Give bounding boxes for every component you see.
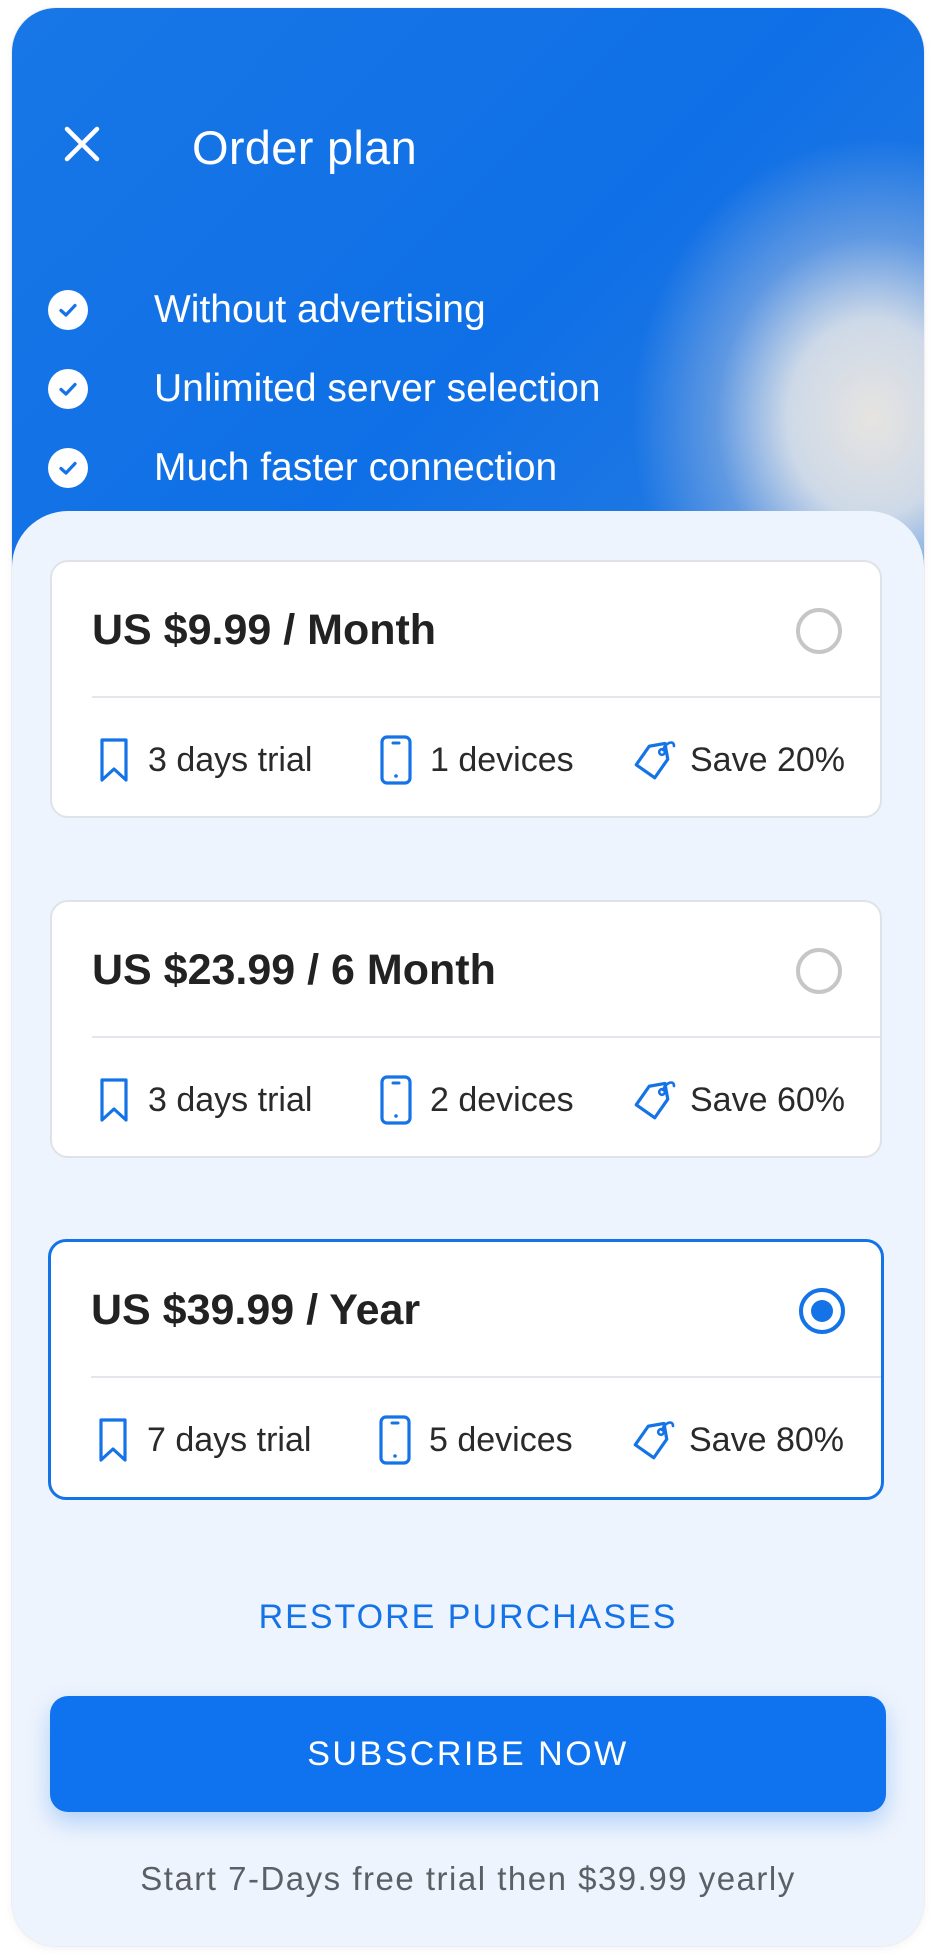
feature-item: Much faster connection: [48, 428, 557, 507]
feature-label: Without advertising: [154, 287, 486, 331]
trial-info: 7 days trial: [91, 1406, 311, 1474]
plan-price: US $9.99 / Month: [92, 606, 437, 654]
price-tag-icon: [634, 741, 676, 780]
bookmark-icon: [100, 1078, 128, 1122]
feature-label: Much faster connection: [154, 445, 558, 489]
plan-details: 3 days trial 2 devices Save 60%: [92, 1066, 852, 1134]
save-label: Save 80%: [689, 1420, 844, 1459]
bookmark-icon: [99, 1418, 127, 1462]
plan-radio[interactable]: [796, 608, 842, 654]
devices-label: 2 devices: [430, 1080, 574, 1119]
save-label: Save 60%: [690, 1080, 845, 1119]
price-tag-icon: [634, 1081, 676, 1120]
page-title: Order plan: [192, 121, 418, 174]
save-info: Save 80%: [629, 1406, 844, 1474]
close-icon[interactable]: [62, 124, 102, 164]
plan-details: 3 days trial 1 devices Save 20%: [92, 726, 852, 794]
subscribe-button[interactable]: SUBSCRIBE NOW: [50, 1696, 886, 1812]
save-info: Save 20%: [630, 726, 845, 794]
check-circle-icon: [48, 368, 88, 409]
trial-label: 3 days trial: [148, 1080, 313, 1119]
devices-info: 1 devices: [374, 726, 574, 794]
feature-item: Without advertising: [48, 270, 486, 349]
trial-label: 7 days trial: [147, 1420, 312, 1459]
divider: [91, 1376, 881, 1378]
header-banner: Order plan Without advertising Unlimited…: [12, 8, 924, 568]
plan-price: US $39.99 / Year: [91, 1286, 421, 1334]
plan-card-yearly[interactable]: US $39.99 / Year 7 days trial 5 devices …: [48, 1239, 884, 1500]
app-screen: Order plan Without advertising Unlimited…: [12, 8, 924, 1946]
save-info: Save 60%: [630, 1066, 845, 1134]
plan-card-six-month[interactable]: US $23.99 / 6 Month 3 days trial 2 devic…: [50, 900, 882, 1158]
feature-item: Unlimited server selection: [48, 349, 601, 428]
smartphone-icon: [380, 1075, 412, 1125]
radio-dot: [811, 1300, 833, 1322]
bookmark-icon: [100, 738, 128, 782]
check-circle-icon: [48, 289, 88, 330]
check-circle-icon: [48, 447, 88, 488]
devices-label: 1 devices: [430, 740, 574, 779]
restore-purchases-link[interactable]: RESTORE PURCHASES: [12, 1598, 924, 1637]
trial-info: 3 days trial: [92, 726, 312, 794]
plan-radio-selected[interactable]: [799, 1288, 845, 1334]
trial-footnote: Start 7-Days free trial then $39.99 year…: [140, 1860, 796, 1897]
save-label: Save 20%: [690, 740, 845, 779]
trial-info: 3 days trial: [92, 1066, 312, 1134]
feature-list: Without advertising Unlimited server sel…: [48, 270, 601, 507]
devices-info: 5 devices: [373, 1406, 573, 1474]
price-tag-icon: [633, 1421, 675, 1460]
plan-card-monthly[interactable]: US $9.99 / Month 3 days trial 1 devices …: [50, 560, 882, 818]
devices-label: 5 devices: [429, 1420, 573, 1459]
plan-details: 7 days trial 5 devices Save 80%: [91, 1406, 851, 1474]
smartphone-icon: [380, 735, 412, 785]
divider: [92, 696, 880, 698]
trial-label: 3 days trial: [148, 740, 313, 779]
feature-label: Unlimited server selection: [154, 366, 601, 410]
devices-info: 2 devices: [374, 1066, 574, 1134]
plan-radio[interactable]: [796, 948, 842, 994]
divider: [92, 1036, 880, 1038]
smartphone-icon: [379, 1415, 411, 1465]
close-button[interactable]: [58, 120, 106, 168]
plan-price: US $23.99 / 6 Month: [92, 946, 496, 994]
